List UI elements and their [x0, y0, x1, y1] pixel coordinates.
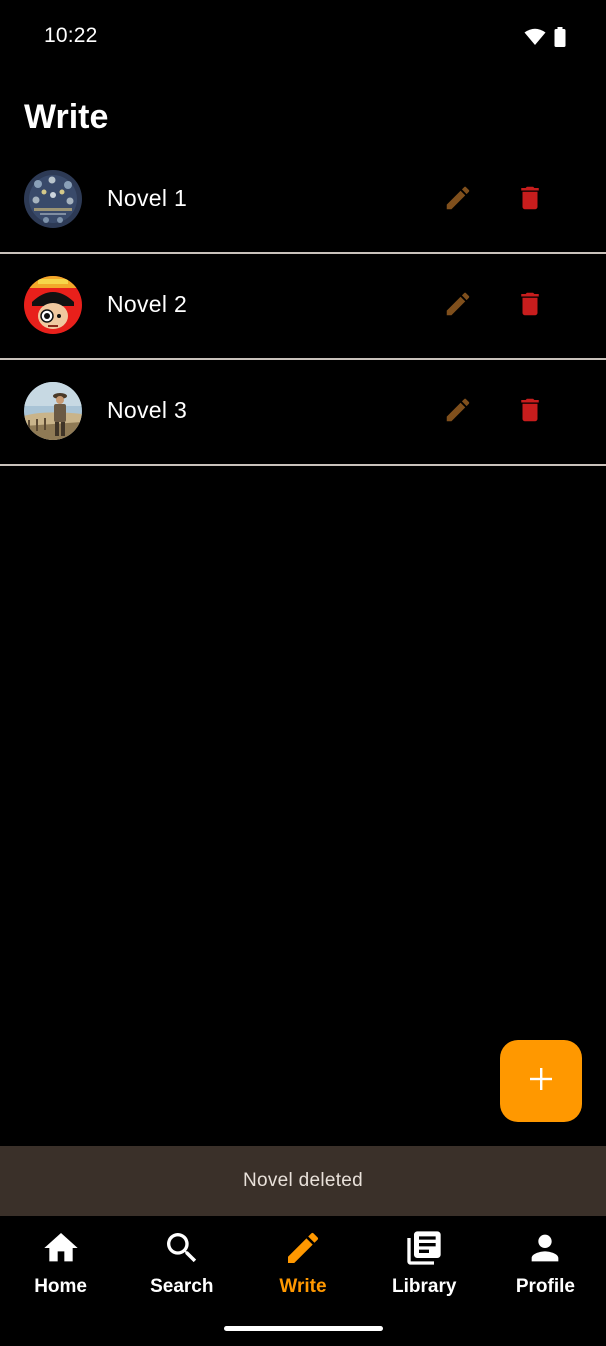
trash-icon	[515, 395, 545, 430]
pencil-icon	[283, 1228, 323, 1268]
delete-button[interactable]	[512, 396, 548, 428]
page-title: Write	[24, 98, 109, 136]
delete-button[interactable]	[512, 290, 548, 322]
nav-item-library[interactable]: Library	[364, 1216, 485, 1316]
status-icons	[524, 27, 566, 52]
nav-label: Profile	[515, 1276, 575, 1297]
pencil-icon	[443, 289, 473, 324]
trash-icon	[515, 183, 545, 218]
novel-list: Novel 1 Novel 2 Novel 3	[0, 148, 606, 466]
add-novel-button[interactable]	[500, 1040, 582, 1122]
nav-label: Home	[34, 1276, 87, 1297]
home-indicator[interactable]	[224, 1326, 383, 1331]
status-time: 10:22	[44, 24, 98, 47]
battery-icon	[554, 27, 566, 52]
peacock-cover	[24, 170, 82, 228]
farmer-cover	[24, 382, 82, 440]
search-icon	[162, 1228, 202, 1268]
write-screen: 10:22 Write Novel 1 Novel 2 Novel 3 Nove…	[0, 0, 606, 1346]
snackbar-message: Novel deleted	[242, 1170, 364, 1191]
nav-label: Library	[392, 1276, 457, 1297]
nav-item-search[interactable]: Search	[121, 1216, 242, 1316]
plus-icon	[528, 1066, 554, 1097]
nav-label: Search	[150, 1276, 214, 1297]
list-item[interactable]: Novel 1	[0, 148, 606, 254]
wifi-icon	[524, 28, 546, 51]
home-icon	[40, 1228, 82, 1268]
orange-cover	[24, 276, 82, 334]
nav-label: Write	[279, 1276, 327, 1297]
nav-item-home[interactable]: Home	[0, 1216, 121, 1316]
trash-icon	[515, 289, 545, 324]
nav-item-write[interactable]: Write	[242, 1216, 363, 1316]
list-item[interactable]: Novel 2	[0, 254, 606, 360]
novel-title: Novel 3	[107, 397, 188, 423]
nav-item-profile[interactable]: Profile	[485, 1216, 606, 1316]
status-bar: 10:22	[0, 0, 606, 76]
edit-button[interactable]	[440, 290, 476, 322]
pencil-icon	[443, 183, 473, 218]
novel-title: Novel 2	[107, 291, 188, 317]
novel-title: Novel 1	[107, 185, 188, 211]
delete-button[interactable]	[512, 184, 548, 216]
library-icon	[404, 1228, 444, 1268]
person-icon	[525, 1228, 565, 1268]
list-item[interactable]: Novel 3	[0, 360, 606, 466]
pencil-icon	[443, 395, 473, 430]
edit-button[interactable]	[440, 184, 476, 216]
edit-button[interactable]	[440, 396, 476, 428]
snackbar: Novel deleted	[0, 1146, 606, 1216]
